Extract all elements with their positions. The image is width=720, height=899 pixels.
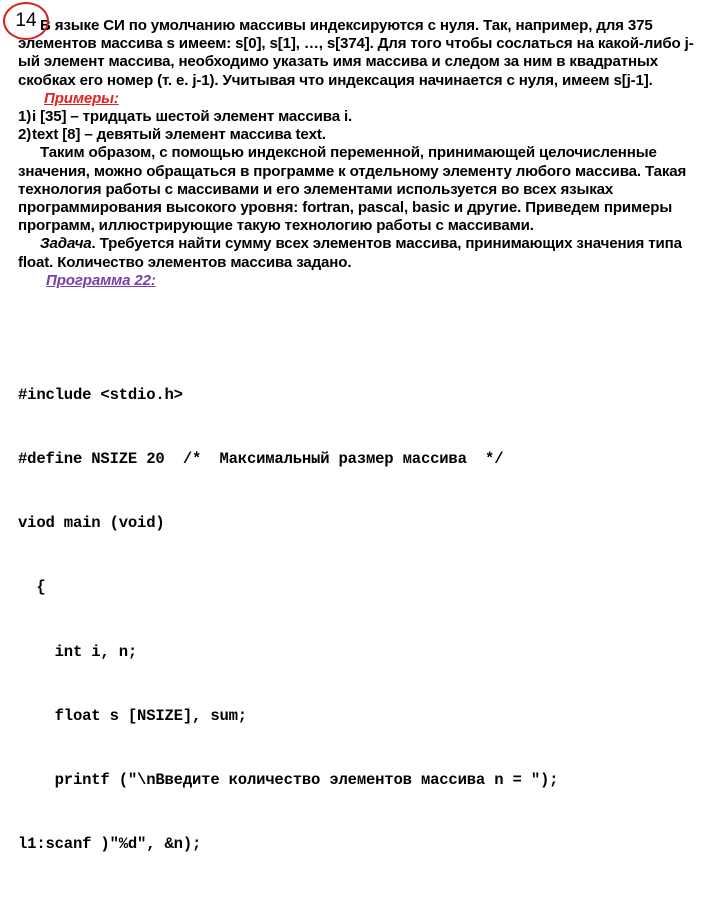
code-line: {	[18, 578, 46, 597]
list-item-label: i [35] – тридцать шестой элемент массива…	[32, 108, 353, 126]
code-block: #include <stdio.h> #define NSIZE 20 /* М…	[18, 342, 718, 899]
list-item: 1)i [35] – тридцать шестой элемент масси…	[18, 108, 704, 126]
intro-paragraph: В языке СИ по умолчанию массивы индексир…	[18, 17, 694, 89]
code-line: viod main (void)	[18, 514, 165, 533]
page-number-text: 14	[15, 10, 37, 31]
list-item: 2)text [8] – девятый элемент массива tex…	[18, 126, 704, 144]
code-line: #define NSIZE 20 /* Максимальный размер …	[18, 450, 504, 469]
task-label: Задача	[40, 235, 92, 253]
task-paragraph: Задача. Требуется найти сумму всех элеме…	[18, 235, 704, 271]
task-text: . Требуется найти сумму всех элементов м…	[18, 235, 682, 271]
summary-paragraph: Таким образом, с помощью индексной перем…	[18, 144, 687, 235]
list-item-label: text [8] – девятый элемент массива text.	[32, 126, 326, 144]
slide-body-text: В языке СИ по умолчанию массивы индексир…	[18, 17, 704, 290]
list-item-marker: 1)	[18, 108, 32, 126]
program-heading: Программа 22:	[46, 271, 156, 289]
examples-list: 1)i [35] – тридцать шестой элемент масси…	[18, 108, 704, 144]
code-line: float s [NSIZE], sum;	[18, 706, 248, 725]
page-number-badge: 14	[3, 2, 49, 40]
code-line: #include <stdio.h>	[18, 385, 183, 404]
slide-root: 14 В языке СИ по умолчанию массивы индек…	[0, 0, 720, 853]
list-item-marker: 2)	[18, 126, 32, 144]
examples-heading: Примеры:	[44, 89, 119, 107]
code-line: l1:scanf )"%d", &n);	[18, 835, 202, 854]
code-line: int i, n;	[18, 642, 138, 661]
code-line: printf ("\nВведите количество элементов …	[18, 771, 559, 790]
